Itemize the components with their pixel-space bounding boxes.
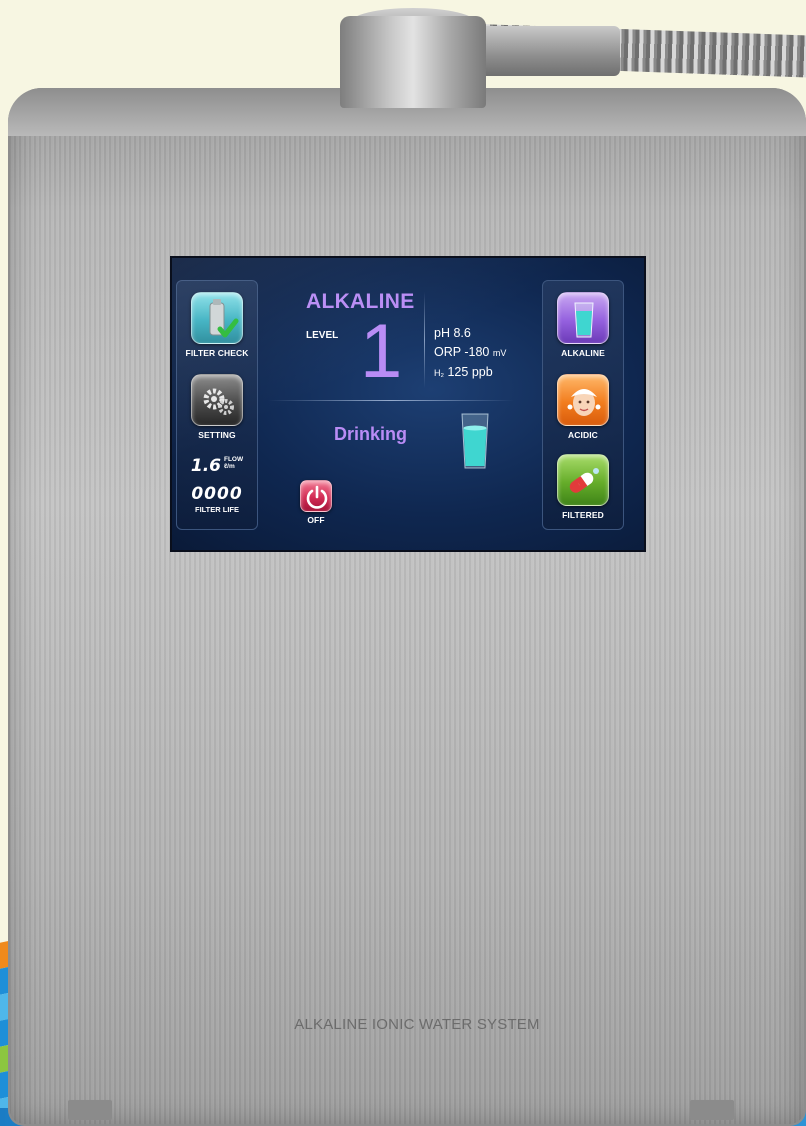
setting-button[interactable]: SETTING bbox=[176, 374, 258, 440]
ph-value: 8.6 bbox=[453, 326, 471, 340]
vertical-divider bbox=[424, 292, 425, 388]
brand-text: ALKALINE IONIC WATER SYSTEM bbox=[294, 1016, 540, 1033]
orp-reading: ORP -180 mV bbox=[434, 343, 506, 363]
level-value: 1 bbox=[360, 309, 403, 394]
power-off-button[interactable]: OFF bbox=[294, 480, 338, 525]
filtered-label: FILTERED bbox=[562, 510, 604, 520]
h2-reading: H₂ 125 ppb bbox=[434, 363, 506, 383]
acidic-mode-button[interactable]: ACIDIC bbox=[542, 374, 624, 440]
filter-life-label: FILTER LIFE bbox=[194, 505, 240, 514]
off-label: OFF bbox=[307, 515, 325, 525]
alkaline-label: ALKALINE bbox=[561, 348, 605, 358]
usage-label: Drinking bbox=[334, 424, 408, 444]
capsule-icon bbox=[557, 454, 609, 506]
orp-unit: mV bbox=[492, 348, 507, 358]
water-readings: pH 8.6 ORP -180 mV H₂ 125 ppb bbox=[434, 324, 506, 383]
filter-life-value: 0000 bbox=[191, 484, 243, 504]
water-glass-icon bbox=[461, 413, 489, 469]
h2-value: 125 bbox=[447, 365, 469, 379]
flow-readout: 1.6 FLOW ℓ/m bbox=[176, 456, 258, 476]
filtered-mode-button[interactable]: FILTERED bbox=[542, 454, 624, 520]
orp-value: -180 bbox=[464, 345, 490, 359]
acidic-label: ACIDIC bbox=[568, 430, 598, 440]
alkaline-mode-button[interactable]: ALKALINE bbox=[542, 292, 624, 358]
flow-unit-top: FLOW bbox=[223, 456, 244, 463]
gear-icon bbox=[191, 374, 243, 426]
water-ionizer-body bbox=[8, 88, 806, 1126]
ph-label: pH bbox=[434, 326, 450, 340]
ph-reading: pH 8.6 bbox=[434, 324, 506, 343]
filter-life-readout: 0000 FILTER LIFE bbox=[176, 484, 258, 514]
setting-label: SETTING bbox=[198, 430, 236, 440]
alkaline-glass-icon bbox=[557, 292, 609, 344]
device-foot-right bbox=[690, 1100, 734, 1120]
hose-collar bbox=[470, 26, 620, 76]
flow-value: 1.6 bbox=[190, 456, 221, 476]
flow-unit-bottom: ℓ/m bbox=[223, 463, 235, 470]
h2-unit: ppb bbox=[471, 365, 493, 379]
orp-label: ORP bbox=[434, 345, 461, 359]
flow-unit: FLOW ℓ/m bbox=[224, 456, 243, 470]
touch-screen: FILTER CHECK SETTING 1.6 FLOW ℓ/m 0000 FIL… bbox=[170, 256, 646, 552]
device-foot-left bbox=[68, 1100, 112, 1120]
outlet-cap bbox=[340, 16, 486, 108]
filter-check-icon bbox=[191, 292, 243, 344]
filter-check-label: FILTER CHECK bbox=[185, 348, 249, 358]
face-care-icon bbox=[557, 374, 609, 426]
horizontal-divider bbox=[268, 400, 514, 401]
power-icon bbox=[300, 480, 332, 512]
h2-label: H₂ bbox=[434, 368, 444, 378]
filter-check-button[interactable]: FILTER CHECK bbox=[176, 292, 258, 358]
level-label: LEVEL bbox=[306, 330, 339, 341]
